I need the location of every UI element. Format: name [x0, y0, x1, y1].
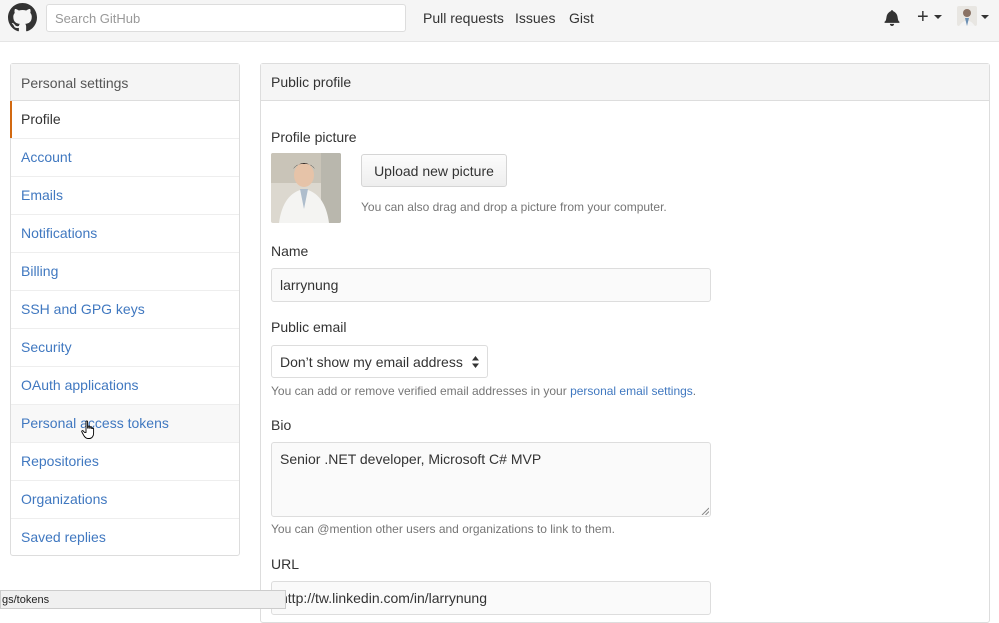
github-logo-icon[interactable]: [8, 3, 37, 32]
nav-gist[interactable]: Gist: [569, 10, 594, 26]
select-arrows-icon: [472, 356, 479, 368]
bio-textarea[interactable]: Senior .NET developer, Microsoft C# MVP: [271, 442, 711, 517]
sidebar-item-account[interactable]: Account: [11, 139, 239, 177]
public-email-select[interactable]: Don’t show my email address: [271, 345, 488, 378]
url-label: URL: [271, 556, 300, 572]
personal-email-settings-link[interactable]: personal email settings: [570, 384, 693, 398]
name-field[interactable]: [271, 268, 711, 302]
bio-label: Bio: [271, 417, 292, 433]
search-input[interactable]: [46, 4, 406, 32]
browser-status-bar: gs/tokens: [0, 590, 286, 609]
upload-picture-button[interactable]: Upload new picture: [361, 154, 507, 187]
public-email-label: Public email: [271, 319, 347, 335]
sidebar-item-organizations[interactable]: Organizations: [11, 481, 239, 519]
email-note-text: You can add or remove verified email add…: [271, 384, 571, 398]
hand-pointer-cursor-icon: [81, 420, 95, 439]
sidebar-item-security[interactable]: Security: [11, 329, 239, 367]
sidebar-item-notifications[interactable]: Notifications: [11, 215, 239, 253]
nav-pull-requests[interactable]: Pull requests: [423, 10, 504, 26]
profile-picture-label: Profile picture: [271, 129, 357, 145]
plus-icon[interactable]: +: [917, 7, 929, 27]
upload-note: You can also drag and drop a picture fro…: [361, 200, 667, 214]
sidebar-item-personal-access-tokens[interactable]: Personal access tokens: [11, 405, 239, 443]
sidebar-item-repositories[interactable]: Repositories: [11, 443, 239, 481]
profile-picture: [271, 153, 341, 223]
settings-sidebar: Personal settings Profile Account Emails…: [10, 63, 240, 556]
email-note-period: .: [692, 384, 697, 398]
bio-wrapper: Senior .NET developer, Microsoft C# MVP: [271, 442, 711, 517]
sidebar-item-emails[interactable]: Emails: [11, 177, 239, 215]
avatar[interactable]: [957, 6, 977, 26]
email-note: You can add or remove verified email add…: [271, 384, 696, 398]
sidebar-item-profile[interactable]: Profile: [10, 101, 239, 139]
public-email-selected-value: Don’t show my email address: [280, 354, 463, 370]
bell-icon[interactable]: [884, 9, 900, 26]
name-label: Name: [271, 243, 309, 259]
sidebar-item-ssh-gpg-keys[interactable]: SSH and GPG keys: [11, 291, 239, 329]
plus-chevron-down-icon[interactable]: [934, 15, 942, 19]
resize-handle-icon[interactable]: [701, 507, 709, 515]
public-profile-panel: Public profile Profile picture Upload ne…: [260, 63, 990, 623]
nav-issues[interactable]: Issues: [515, 10, 555, 26]
avatar-chevron-down-icon[interactable]: [981, 15, 989, 19]
panel-title: Public profile: [261, 64, 989, 101]
sidebar-item-oauth-applications[interactable]: OAuth applications: [11, 367, 239, 405]
sidebar-title: Personal settings: [11, 64, 239, 101]
url-field[interactable]: [271, 581, 711, 615]
sidebar-item-billing[interactable]: Billing: [11, 253, 239, 291]
top-header: Pull requests Issues Gist +: [0, 0, 999, 42]
sidebar-item-saved-replies[interactable]: Saved replies: [11, 519, 239, 557]
bio-note: You can @mention other users and organiz…: [271, 522, 615, 536]
